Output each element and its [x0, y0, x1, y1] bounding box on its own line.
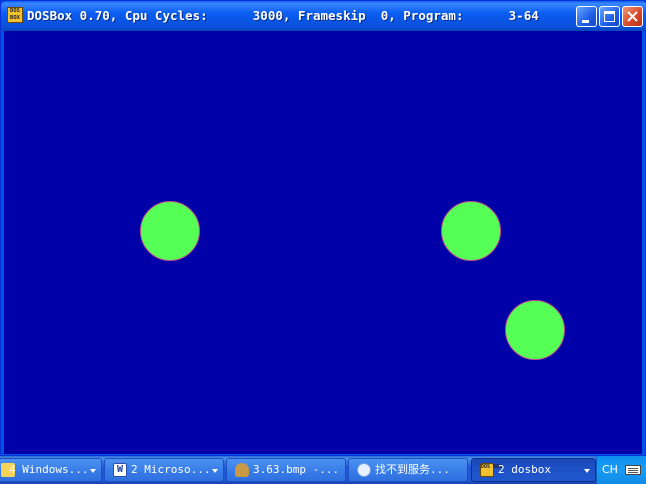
keyboard-icon[interactable]: [625, 465, 641, 475]
word-icon: W: [113, 463, 127, 477]
taskbar-item-windows[interactable]: 4 Windows...: [0, 458, 102, 482]
green-ball: [441, 201, 501, 261]
green-ball: [505, 300, 565, 360]
chevron-down-icon: [212, 469, 218, 473]
taskbar-item-label: 2 dosbox: [498, 463, 551, 476]
chevron-down-icon: [584, 469, 590, 473]
close-icon: [627, 11, 638, 22]
taskbar: 4 Windows... W 2 Microso... 3.63.bmp -..…: [0, 456, 646, 484]
language-indicator[interactable]: CH: [602, 461, 618, 479]
minimize-button[interactable]: [576, 6, 597, 27]
taskbar-item-microsoft-word[interactable]: W 2 Microso...: [104, 458, 224, 482]
green-ball: [140, 201, 200, 261]
taskbar-item-label: 3.63.bmp -...: [253, 463, 340, 476]
chevron-down-icon: [90, 469, 96, 473]
maximize-button[interactable]: [599, 6, 620, 27]
dos-screen[interactable]: [4, 31, 642, 454]
dosbox-window: DOS BOX DOSBox 0.70, Cpu Cycles: 3000, F…: [0, 0, 646, 456]
window-title: DOSBox 0.70, Cpu Cycles: 3000, Frameskip…: [27, 8, 539, 23]
paint-icon: [235, 463, 249, 477]
taskbar-item-dosbox[interactable]: DOS BOX 2 dosbox: [471, 458, 596, 482]
close-button[interactable]: [622, 6, 643, 27]
dosbox-icon[interactable]: DOS BOX: [7, 7, 23, 23]
ie-icon: [357, 463, 371, 477]
taskbar-item-label: 找不到服务...: [375, 463, 450, 476]
taskbar-item-label: 4 Windows...: [9, 463, 89, 476]
taskbar-item-label: 2 Microso...: [131, 463, 211, 476]
taskbar-item-paint[interactable]: 3.63.bmp -...: [226, 458, 346, 482]
minimize-icon: [582, 20, 589, 23]
system-tray: CH: [596, 456, 646, 484]
title-bar[interactable]: DOS BOX DOSBox 0.70, Cpu Cycles: 3000, F…: [1, 1, 646, 31]
maximize-icon: [604, 11, 615, 22]
dosbox-icon: DOS BOX: [480, 463, 502, 477]
taskbar-item-browser[interactable]: 找不到服务...: [348, 458, 468, 482]
